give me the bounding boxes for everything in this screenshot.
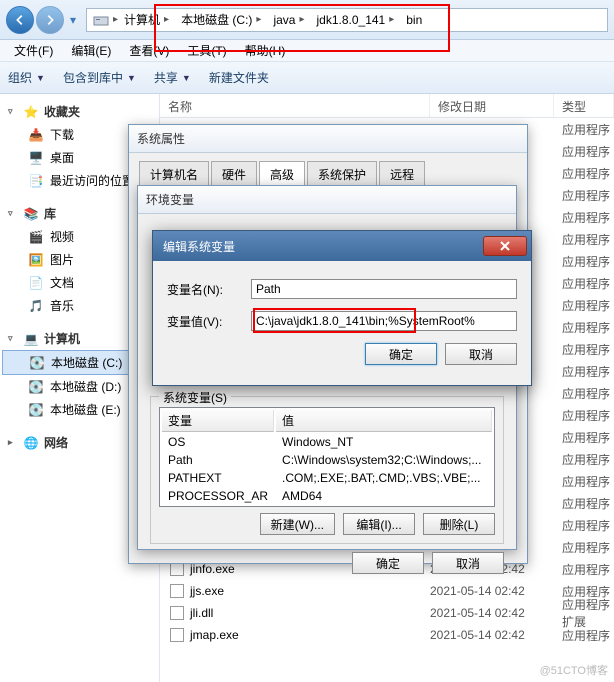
tabs: 计算机名 硬件 高级 系统保护 远程 bbox=[139, 161, 517, 188]
var-name-input[interactable] bbox=[251, 279, 517, 299]
var-value-input[interactable] bbox=[251, 311, 517, 331]
cancel-button[interactable]: 取消 bbox=[432, 552, 504, 574]
cancel-button[interactable]: 取消 bbox=[445, 343, 517, 365]
toolbar-organize[interactable]: 组织 ▼ bbox=[8, 69, 45, 86]
delete-button[interactable]: 删除(L) bbox=[423, 513, 495, 535]
menu-help[interactable]: 帮助(H) bbox=[237, 40, 294, 61]
network-icon: 🌐 bbox=[23, 435, 39, 451]
tab-advanced[interactable]: 高级 bbox=[259, 161, 305, 188]
table-row[interactable]: PATHEXT.COM;.EXE;.BAT;.CMD;.VBS;.VBE;... bbox=[162, 470, 492, 486]
menu-edit[interactable]: 编辑(E) bbox=[63, 40, 119, 61]
var-name-label: 变量名(N): bbox=[167, 281, 239, 298]
tab-remote[interactable]: 远程 bbox=[379, 161, 425, 188]
close-icon bbox=[499, 240, 511, 252]
system-vars-table[interactable]: 变量 值 OSWindows_NT PathC:\Windows\system3… bbox=[159, 407, 495, 507]
star-icon: ⭐ bbox=[23, 104, 39, 120]
recent-icon: 📑 bbox=[28, 173, 44, 189]
breadcrumb-seg-0[interactable]: 计算机▸ bbox=[118, 9, 175, 31]
system-vars-group: 系统变量(S) 变量 值 OSWindows_NT PathC:\Windows… bbox=[150, 396, 504, 544]
col-val[interactable]: 值 bbox=[276, 410, 492, 432]
list-item[interactable]: jmap.exe2021-05-14 02:42应用程序 bbox=[160, 624, 614, 646]
edit-dialog-title: 编辑系统变量 bbox=[153, 231, 531, 261]
breadcrumb-seg-1[interactable]: 本地磁盘 (C:)▸ bbox=[175, 9, 267, 31]
watermark: @51CTO博客 bbox=[540, 662, 608, 678]
table-row[interactable]: PROCESSOR_ARAMD64 bbox=[162, 488, 492, 504]
col-name[interactable]: 名称 bbox=[160, 94, 430, 117]
edit-button[interactable]: 编辑(I)... bbox=[343, 513, 415, 535]
file-list-header: 名称 修改日期 类型 bbox=[160, 94, 614, 118]
library-icon: 📚 bbox=[23, 206, 39, 222]
computer-icon: 💻 bbox=[23, 331, 39, 347]
document-icon: 📄 bbox=[28, 275, 44, 291]
tab-sysprotect[interactable]: 系统保护 bbox=[307, 161, 377, 188]
close-button[interactable] bbox=[483, 236, 527, 256]
edit-variable-dialog: 编辑系统变量 变量名(N): 变量值(V): 确定 取消 bbox=[152, 230, 532, 386]
toolbar-newfolder[interactable]: 新建文件夹 bbox=[209, 69, 269, 86]
new-button[interactable]: 新建(W)... bbox=[260, 513, 335, 535]
dll-icon bbox=[170, 606, 184, 620]
exe-icon bbox=[170, 584, 184, 598]
col-var[interactable]: 变量 bbox=[162, 410, 274, 432]
video-icon: 🎬 bbox=[28, 229, 44, 245]
menu-tools[interactable]: 工具(T) bbox=[179, 40, 234, 61]
breadcrumb-seg-3[interactable]: jdk1.8.0_141▸ bbox=[310, 9, 400, 31]
breadcrumb-seg-4[interactable]: bin bbox=[400, 9, 428, 31]
desktop-icon: 🖥️ bbox=[28, 150, 44, 166]
group-title: 系统变量(S) bbox=[159, 389, 231, 406]
tab-hardware[interactable]: 硬件 bbox=[211, 161, 257, 188]
toolbar-include[interactable]: 包含到库中 ▼ bbox=[63, 69, 136, 86]
table-row[interactable]: PathC:\Windows\system32;C:\Windows;... bbox=[162, 452, 492, 468]
table-row[interactable]: OSWindows_NT bbox=[162, 434, 492, 450]
col-type[interactable]: 类型 bbox=[554, 94, 614, 117]
list-item[interactable]: jli.dll2021-05-14 02:42应用程序扩展 bbox=[160, 602, 614, 624]
toolbar: 组织 ▼ 包含到库中 ▼ 共享 ▼ 新建文件夹 bbox=[0, 62, 614, 94]
ok-button[interactable]: 确定 bbox=[365, 343, 437, 365]
toolbar-share[interactable]: 共享 ▼ bbox=[154, 69, 191, 86]
drive-icon bbox=[93, 12, 109, 28]
nav-history-dropdown[interactable]: ▾ bbox=[66, 9, 80, 31]
sidebar-favorites-header[interactable]: ▿⭐收藏夹 bbox=[2, 100, 157, 123]
exe-icon bbox=[170, 628, 184, 642]
forward-button[interactable] bbox=[36, 6, 64, 34]
tab-computername[interactable]: 计算机名 bbox=[139, 161, 209, 188]
drive-icon: 💽 bbox=[29, 355, 45, 371]
breadcrumb-seg-2[interactable]: java▸ bbox=[267, 9, 310, 31]
download-icon: 📥 bbox=[28, 127, 44, 143]
breadcrumb[interactable]: ▸ 计算机▸ 本地磁盘 (C:)▸ java▸ jdk1.8.0_141▸ bi… bbox=[86, 8, 608, 32]
drive-icon: 💽 bbox=[28, 379, 44, 395]
dialog-title: 系统属性 bbox=[129, 125, 527, 153]
back-button[interactable] bbox=[6, 6, 34, 34]
menu-view[interactable]: 查看(V) bbox=[121, 40, 177, 61]
picture-icon: 🖼️ bbox=[28, 252, 44, 268]
var-value-label: 变量值(V): bbox=[167, 313, 239, 330]
music-icon: 🎵 bbox=[28, 298, 44, 314]
explorer-nav: ▾ ▸ 计算机▸ 本地磁盘 (C:)▸ java▸ jdk1.8.0_141▸ … bbox=[0, 0, 614, 40]
ok-button[interactable]: 确定 bbox=[352, 552, 424, 574]
env-vars-title: 环境变量 bbox=[138, 186, 516, 214]
menu-file[interactable]: 文件(F) bbox=[6, 40, 61, 61]
col-date[interactable]: 修改日期 bbox=[430, 94, 554, 117]
drive-icon: 💽 bbox=[28, 402, 44, 418]
menu-bar: 文件(F) 编辑(E) 查看(V) 工具(T) 帮助(H) bbox=[0, 40, 614, 62]
